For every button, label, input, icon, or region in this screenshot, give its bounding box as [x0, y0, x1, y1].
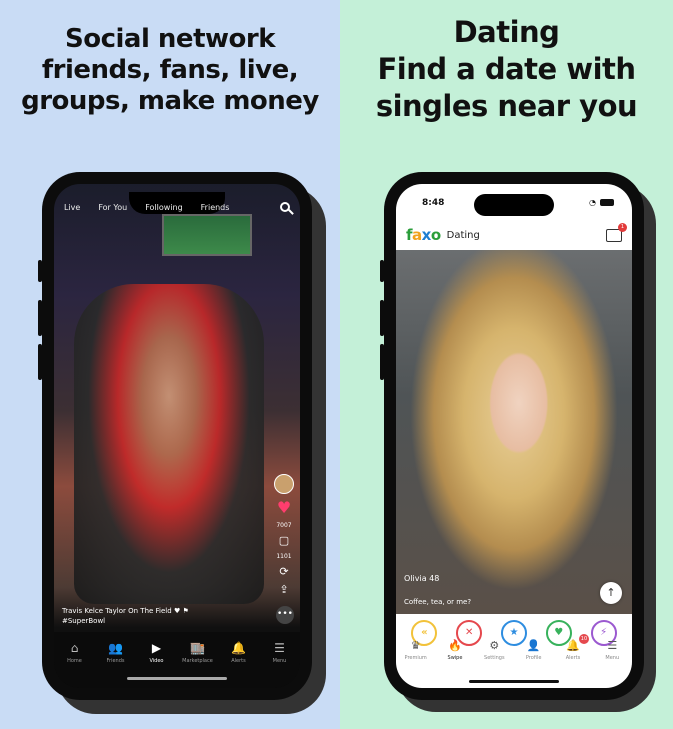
faxo-logo: faxo: [406, 226, 441, 244]
friends-icon: 👥: [108, 641, 123, 655]
nav-label: Settings: [484, 655, 505, 661]
wifi-icon: ◔: [589, 198, 596, 207]
video-icon: ▶: [151, 641, 162, 655]
tab-for-you[interactable]: For You: [98, 203, 127, 212]
app-header: faxo Dating 1: [396, 222, 632, 248]
alerts-badge: 10: [578, 634, 589, 644]
nav-label: Swipe: [447, 655, 463, 661]
caption-hashtag[interactable]: #SuperBowl: [62, 616, 282, 626]
expand-profile-button[interactable]: ↑: [600, 582, 622, 604]
tab-live[interactable]: Live: [64, 203, 80, 212]
nav-item-menu[interactable]: ☰ Menu: [594, 639, 630, 662]
dynamic-island: [474, 194, 554, 216]
repost-icon[interactable]: ⟳: [279, 566, 288, 578]
nav-item-menu[interactable]: ☰ Menu: [262, 642, 298, 664]
left-promo-panel: Social network friends, fans, live, grou…: [0, 0, 340, 729]
dating-app-screen: 8:48 ◔ faxo Dating 1 Olivia 48 Coffee, t…: [396, 184, 632, 688]
bell-icon: 🔔: [566, 639, 580, 652]
like-count: 7007: [276, 522, 292, 529]
nav-label: Home: [67, 658, 82, 664]
marketplace-icon: 🏬: [190, 641, 205, 655]
profile-name: Olivia 48: [404, 574, 440, 583]
nav-item-premium[interactable]: ♛ Premium: [398, 639, 434, 662]
right-headline-line: Find a date with: [377, 52, 636, 86]
left-headline-line: Social network: [65, 24, 276, 54]
right-headline: Dating Find a date with singles near you: [340, 14, 673, 125]
tab-friends[interactable]: Friends: [201, 203, 230, 212]
tab-following[interactable]: Following: [145, 203, 182, 212]
nav-label: Marketplace: [182, 658, 213, 664]
left-headline: Social network friends, fans, live, grou…: [0, 24, 340, 117]
dating-phone: 8:48 ◔ faxo Dating 1 Olivia 48 Coffee, t…: [384, 172, 644, 700]
comment-count: 1101: [276, 553, 292, 560]
app-title: Dating: [446, 229, 480, 241]
left-headline-line: friends, fans, live,: [41, 55, 299, 85]
stadium-jumbotron: [162, 214, 252, 256]
menu-icon: ☰: [274, 641, 285, 655]
search-icon[interactable]: [280, 202, 290, 212]
profile-bio: Coffee, tea, or me?: [404, 598, 472, 606]
video-action-rail: ♥ 7007 ▢ 1101 ⟳ ⇪: [274, 474, 294, 596]
nav-item-home[interactable]: ⌂ Home: [57, 642, 93, 664]
bottom-nav: ⌂ Home 👥 Friends ▶ Video 🏬 Marketplace 🔔: [54, 632, 300, 688]
menu-icon: ☰: [607, 639, 618, 652]
nav-item-marketplace[interactable]: 🏬 Marketplace: [180, 642, 216, 664]
video-subject: [74, 284, 264, 604]
emoji-icon: ♥ ⚑: [173, 607, 189, 615]
nav-label: Menu: [272, 658, 287, 664]
nav-label: Profile: [525, 655, 542, 661]
home-icon: ⌂: [70, 641, 79, 655]
nav-label: Alerts: [231, 658, 246, 664]
status-time: 8:48: [422, 198, 445, 208]
nav-item-alerts[interactable]: 🔔 Alerts: [221, 642, 257, 664]
nav-label: Friends: [106, 658, 125, 664]
heart-icon[interactable]: ♥: [277, 500, 291, 516]
video-caption: Travis Kelce Taylor On The Field ♥ ⚑ #Su…: [62, 606, 282, 626]
crown-icon: ♛: [410, 639, 421, 652]
right-headline-line: singles near you: [375, 89, 638, 123]
feed-tabs: Live For You Following Friends: [64, 202, 290, 212]
home-indicator[interactable]: [127, 677, 227, 680]
status-icons: ◔: [589, 198, 614, 207]
nav-label: Video: [149, 658, 164, 664]
nav-item-friends[interactable]: 👥 Friends: [98, 642, 134, 664]
share-icon[interactable]: ⇪: [279, 584, 288, 596]
chat-badge: 1: [618, 222, 627, 232]
left-headline-line: groups, make money: [21, 86, 319, 116]
nav-item-settings[interactable]: ⚙ Settings: [476, 639, 512, 662]
nav-item-swipe[interactable]: 🔥 Swipe: [437, 639, 473, 662]
nav-item-profile[interactable]: 👤 Profile: [516, 639, 552, 662]
nav-item-alerts[interactable]: 🔔 Alerts 10: [555, 634, 591, 661]
caption-line: Travis Kelce Taylor On The Field: [62, 607, 172, 615]
caption-text: Travis Kelce Taylor On The Field ♥ ⚑: [62, 606, 282, 616]
social-phone: Live For You Following Friends ♥ 7007 ▢ …: [42, 172, 312, 700]
bottom-nav: ♛ Premium 🔥 Swipe ⚙ Settings 👤 Profile 🔔…: [396, 634, 632, 676]
nav-label: Alerts: [565, 655, 581, 661]
more-options-button[interactable]: •••: [276, 606, 294, 624]
nav-label: Menu: [605, 655, 620, 661]
right-headline-line: Dating: [453, 15, 560, 49]
gear-icon: ⚙: [489, 639, 500, 652]
social-video-screen[interactable]: Live For You Following Friends ♥ 7007 ▢ …: [54, 184, 300, 688]
home-indicator[interactable]: [469, 680, 559, 683]
nav-item-video[interactable]: ▶ Video: [139, 642, 175, 664]
nav-label: Premium: [404, 655, 427, 661]
creator-avatar[interactable]: [274, 474, 294, 494]
battery-icon: [600, 199, 614, 206]
user-icon: 👤: [526, 639, 541, 652]
comment-icon[interactable]: ▢: [279, 535, 289, 547]
flame-icon: 🔥: [448, 639, 462, 652]
profile-card-photo[interactable]: [396, 250, 632, 614]
chat-icon[interactable]: 1: [606, 222, 627, 242]
bell-icon: 🔔: [231, 641, 246, 655]
